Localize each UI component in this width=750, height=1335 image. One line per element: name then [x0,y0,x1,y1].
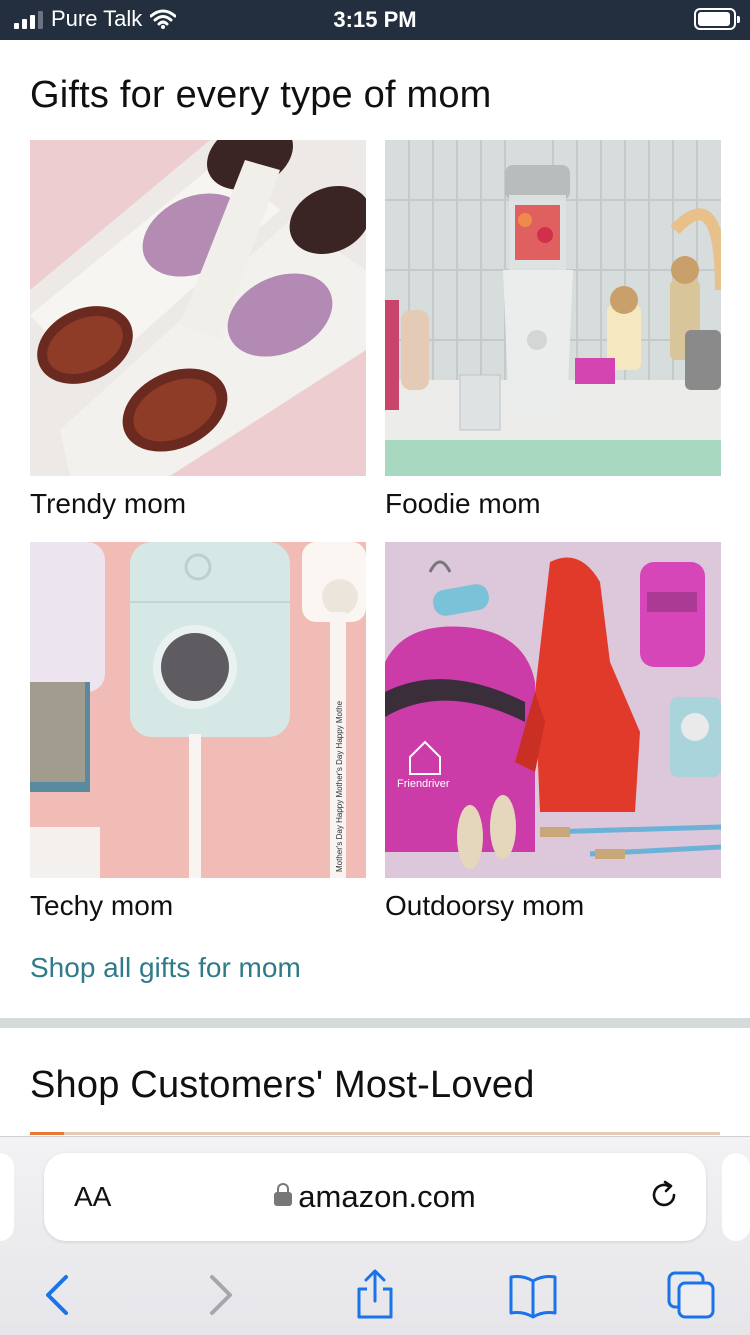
bookmarks-icon[interactable] [505,1267,561,1323]
foodie-mom-image[interactable] [385,140,721,476]
url-text: amazon.com [298,1179,476,1214]
brand-text: Friendriver [397,778,450,790]
section-title-most-loved: Shop Customers' Most-Loved [30,1064,535,1106]
tile-label[interactable]: Techy mom [30,890,366,922]
tabs-icon[interactable] [663,1267,719,1323]
gift-tile-techy[interactable]: Mother's Day Happy Mother's Day Happy Mo… [30,542,366,922]
gift-tile-trendy[interactable]: Trendy mom [30,140,366,520]
tile-label[interactable]: Trendy mom [30,488,366,520]
outdoorsy-mom-image[interactable]: Friendriver [385,542,721,878]
prev-tab-edge[interactable] [0,1153,14,1241]
url-display[interactable]: amazon.com [44,1179,706,1215]
forward-icon[interactable] [192,1267,248,1323]
techy-mom-image[interactable]: Mother's Day Happy Mother's Day Happy Mo… [30,542,366,878]
tile-label[interactable]: Foodie mom [385,488,721,520]
address-bar[interactable]: AA amazon.com [44,1153,706,1241]
reload-icon[interactable] [648,1179,680,1211]
clock: 3:15 PM [333,7,417,32]
status-bar: Pure Talk 3:15 PM [0,0,750,40]
gift-tile-foodie[interactable]: Foodie mom [385,140,721,520]
trendy-mom-image[interactable] [30,140,366,476]
shop-all-gifts-link[interactable]: Shop all gifts for mom [30,952,301,984]
next-tab-edge[interactable] [722,1153,750,1241]
tile-label[interactable]: Outdoorsy mom [385,890,721,922]
safari-toolbar: AA amazon.com [0,1136,750,1335]
section-title-gifts: Gifts for every type of mom [30,74,492,116]
share-icon[interactable] [347,1267,403,1323]
lock-icon [274,1183,293,1206]
gift-tile-outdoorsy[interactable]: Friendriver Outdoorsy mom [385,542,721,922]
section-divider [0,1018,750,1028]
svg-text:Mother's Day Happy Mother's: Mother's Day Happy Mother's Day Happy Mo… [335,700,344,872]
carousel-top-edge [30,1132,720,1135]
battery-icon [694,8,740,30]
back-icon[interactable] [30,1267,86,1323]
